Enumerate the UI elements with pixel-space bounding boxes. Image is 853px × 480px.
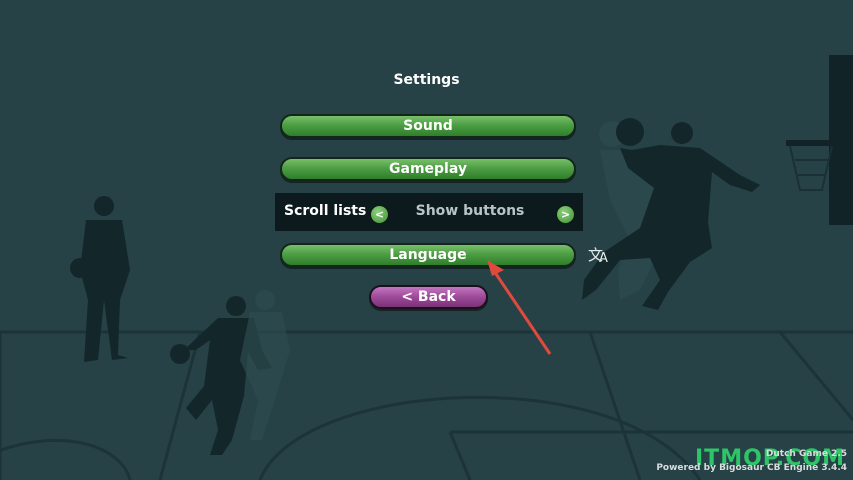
player-silhouette-right — [582, 118, 760, 310]
page-title: Settings — [393, 72, 460, 88]
scroll-lists-setting: Scroll lists < Show buttons > — [275, 193, 583, 231]
language-button[interactable]: Language — [280, 243, 576, 267]
sound-button[interactable]: Sound — [280, 114, 576, 138]
back-button[interactable]: < Back — [369, 285, 488, 309]
gameplay-button[interactable]: Gameplay — [280, 157, 576, 181]
version-text: Dutch Game 2.5 — [765, 449, 847, 459]
scroll-lists-prev-button[interactable]: < — [370, 205, 389, 224]
engine-credit: Powered by Bigosaur CB Engine 3.4.4 — [656, 463, 847, 473]
translate-icon[interactable]: 文A — [588, 244, 612, 266]
scroll-lists-value: Show buttons — [415, 203, 525, 219]
scroll-lists-label: Scroll lists — [284, 203, 367, 219]
player-silhouette-left — [70, 196, 130, 362]
scroll-lists-next-button[interactable]: > — [556, 205, 575, 224]
